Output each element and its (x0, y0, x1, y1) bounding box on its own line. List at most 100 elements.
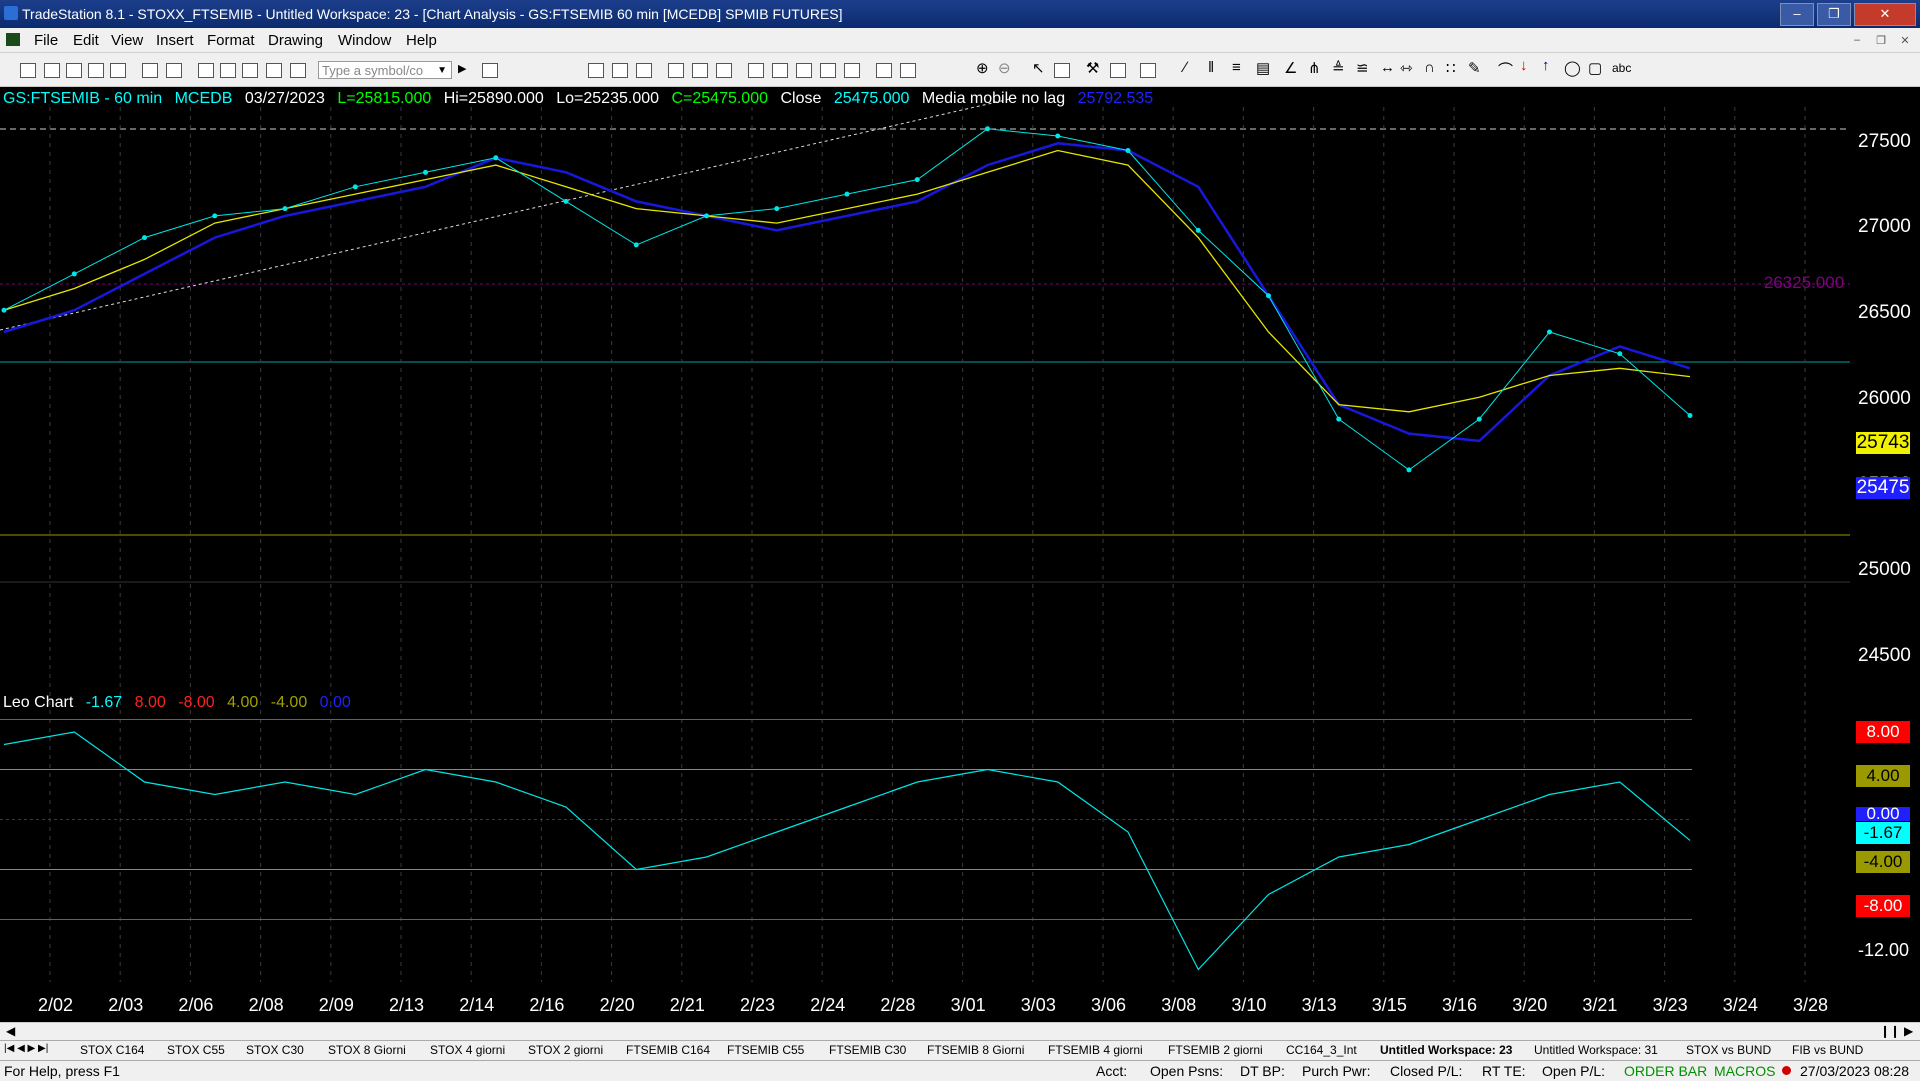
menu-window[interactable]: Window (338, 32, 391, 49)
price-axis-label: 27000 (1858, 216, 1911, 237)
tab-workspace[interactable]: FIB vs BUND (1792, 1043, 1863, 1057)
macros-button[interactable]: MACROS (1714, 1063, 1775, 1079)
hide-icon[interactable] (1110, 63, 1126, 78)
down-arrow-icon[interactable]: ↓ (1520, 57, 1528, 74)
horizontal-arrow-icon[interactable]: ↔ (1380, 59, 1395, 76)
tab-workspace[interactable]: CC164_3_Int (1286, 1043, 1357, 1057)
kagi-icon[interactable] (844, 63, 860, 78)
tab-workspace-active[interactable]: Untitled Workspace: 23 (1380, 1043, 1512, 1057)
fibonacci-icon[interactable]: ≜ (1332, 59, 1345, 77)
cycle-icon[interactable]: ∩ (1424, 59, 1435, 76)
copy-icon[interactable] (220, 63, 236, 78)
new-icon[interactable] (20, 63, 36, 78)
up-arrow-icon[interactable]: ↑ (1542, 57, 1550, 74)
print-preview-icon[interactable] (166, 63, 182, 78)
mdi-restore-icon[interactable]: ❐ (1872, 34, 1890, 47)
menu-file[interactable]: File (34, 32, 58, 49)
scroll-left-icon[interactable]: ◀ (6, 1024, 15, 1038)
line-chart-icon[interactable] (796, 63, 812, 78)
pencil-icon[interactable]: ✎ (1468, 59, 1481, 77)
tab-workspace[interactable]: Untitled Workspace: 31 (1534, 1043, 1658, 1057)
menu-edit[interactable]: Edit (73, 32, 99, 49)
open-workspace-icon[interactable] (66, 63, 82, 78)
price-axis-label: 26000 (1858, 388, 1911, 409)
data-window-icon[interactable] (612, 63, 628, 78)
globe-icon[interactable] (290, 63, 306, 78)
candle-chart-icon[interactable] (772, 63, 788, 78)
horizontal-scrollbar[interactable]: ◀ ❙❙ ▶ (0, 1022, 1920, 1041)
horizontal-lines-icon[interactable]: ≡ (1232, 59, 1241, 76)
menu-help[interactable]: Help (406, 32, 437, 49)
header-exchange: MCEDB (174, 90, 233, 107)
text-line-icon[interactable]: ∷ (1446, 59, 1456, 77)
menu-format[interactable]: Format (207, 32, 255, 49)
format-icon[interactable] (266, 63, 282, 78)
tab-workspace[interactable]: FTSEMIB C164 (626, 1043, 710, 1057)
compress-bars-icon[interactable] (900, 63, 916, 78)
order-bar-button[interactable]: ORDER BAR (1624, 1063, 1707, 1079)
vertical-lines-icon[interactable]: ‖ (1208, 59, 1214, 76)
andrews-pitchfork-icon[interactable]: ⋔ (1308, 59, 1321, 77)
trendline-icon[interactable]: ∕ (1184, 59, 1187, 76)
channel-icon[interactable]: ▤ (1256, 59, 1270, 77)
bar-chart-icon[interactable] (748, 63, 764, 78)
quote-icon[interactable] (482, 63, 498, 78)
tab-workspace[interactable]: FTSEMIB C30 (829, 1043, 906, 1057)
minimize-button[interactable]: – (1780, 3, 1814, 26)
mdi-minimize-icon[interactable]: – (1848, 34, 1866, 46)
go-arrow-icon[interactable]: ▶ (458, 62, 466, 75)
tab-nav-icon[interactable]: |◀ ◀ ▶ ▶| (4, 1043, 48, 1054)
print-icon[interactable] (142, 63, 158, 78)
grid-icon[interactable] (636, 63, 652, 78)
cut-icon[interactable] (198, 63, 214, 78)
scroll-thumb-icon[interactable]: ❙❙ (1880, 1024, 1900, 1038)
pointer-icon[interactable]: ↖ (1032, 59, 1045, 77)
chart-canvas[interactable] (0, 87, 1920, 1022)
zoom-out-icon[interactable]: ⊖ (998, 59, 1011, 77)
chart-window[interactable]: GS:FTSEMIB - 60 min MCEDB 03/27/2023 L=2… (0, 87, 1920, 1022)
draw-select-icon[interactable] (1054, 63, 1070, 78)
lock-icon[interactable] (242, 63, 258, 78)
gann-fan-icon[interactable]: ≌ (1356, 59, 1369, 77)
tab-workspace[interactable]: STOX C30 (246, 1043, 304, 1057)
tools-icon[interactable]: ⚒ (1086, 59, 1099, 77)
tab-workspace[interactable]: STOX vs BUND (1686, 1043, 1771, 1057)
chevron-down-icon[interactable]: ▼ (437, 62, 447, 80)
menu-view[interactable]: View (111, 32, 143, 49)
tab-workspace[interactable]: FTSEMIB C55 (727, 1043, 804, 1057)
regression-icon[interactable]: ⇿ (1400, 59, 1413, 77)
insert-indicator-icon[interactable] (668, 63, 684, 78)
object-list-icon[interactable] (1140, 63, 1156, 78)
close-button[interactable]: ✕ (1854, 3, 1916, 26)
tab-workspace[interactable]: STOX C164 (80, 1043, 144, 1057)
folder-icon[interactable] (110, 63, 126, 78)
expand-bars-icon[interactable] (876, 63, 892, 78)
mdi-close-icon[interactable]: ✕ (1896, 34, 1914, 47)
rectangle-icon[interactable]: ▢ (1588, 59, 1602, 77)
tab-workspace[interactable]: FTSEMIB 8 Giorni (927, 1043, 1024, 1057)
save-icon[interactable] (88, 63, 104, 78)
tab-workspace[interactable]: STOX 4 giorni (430, 1043, 505, 1057)
insert-strategy-icon[interactable] (692, 63, 708, 78)
tab-workspace[interactable]: FTSEMIB 4 giorni (1048, 1043, 1143, 1057)
point-figure-icon[interactable] (820, 63, 836, 78)
symbol-input[interactable]: Type a symbol/co ▼ (318, 61, 452, 79)
tab-workspace[interactable]: STOX 8 Giorni (328, 1043, 406, 1057)
format-symbol-icon[interactable] (716, 63, 732, 78)
price-point (704, 213, 709, 219)
tab-workspace[interactable]: STOX 2 giorni (528, 1043, 603, 1057)
maximize-button[interactable]: ❐ (1817, 3, 1851, 26)
zoom-in-icon[interactable]: ⊕ (976, 59, 989, 77)
menu-drawing[interactable]: Drawing (268, 32, 323, 49)
blue-moving-average-line (3, 142, 1691, 443)
open-icon[interactable] (44, 63, 60, 78)
tab-workspace[interactable]: STOX C55 (167, 1043, 225, 1057)
ellipse-icon[interactable]: ◯ (1564, 59, 1581, 77)
menu-insert[interactable]: Insert (156, 32, 194, 49)
angle-icon[interactable]: ∠ (1284, 59, 1297, 77)
tab-workspace[interactable]: FTSEMIB 2 giorni (1168, 1043, 1263, 1057)
chart-style-icon[interactable] (588, 63, 604, 78)
scroll-right-icon[interactable]: ▶ (1904, 1024, 1913, 1038)
arc-icon[interactable]: ⌒ (1498, 59, 1513, 80)
text-icon[interactable]: abc (1612, 61, 1631, 75)
